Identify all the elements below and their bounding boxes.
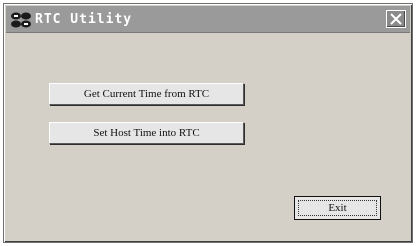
set-host-time-button[interactable]: Set Host Time into RTC [49,122,244,144]
exit-button[interactable]: Exit [294,196,381,220]
get-current-time-button[interactable]: Get Current Time from RTC [49,83,244,105]
client-area: Get Current Time from RTC Set Host Time … [6,33,410,240]
exit-button-label: Exit [328,202,347,214]
rtc-app-icon [10,11,32,29]
rtc-utility-window: RTC Utility Get Current Time from RTC Se… [3,3,413,243]
close-button[interactable] [386,10,406,28]
close-icon [390,13,402,25]
title-bar[interactable]: RTC Utility [6,6,410,33]
window-title: RTC Utility [35,12,133,27]
